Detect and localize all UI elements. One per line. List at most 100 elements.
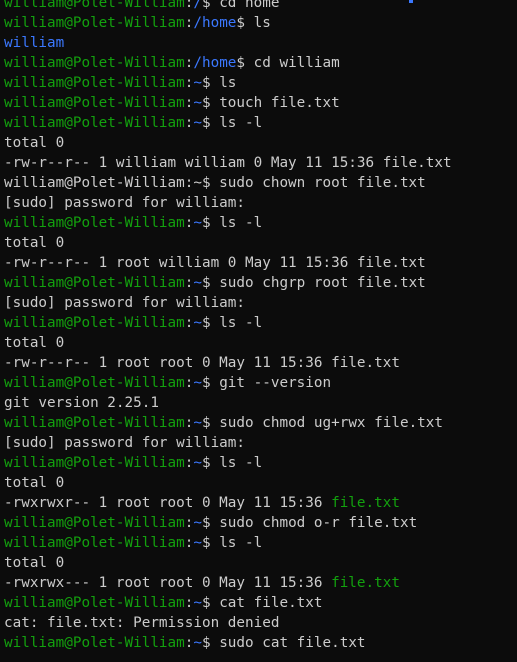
- output-text: -rwxrwxr-- 1 root root 0 May 11 15:36: [4, 495, 332, 511]
- output-text: [sudo] password for william:: [4, 435, 246, 451]
- terminal-line: cat: file.txt: Permission denied: [4, 613, 517, 633]
- output-text: total 0: [4, 475, 65, 491]
- prompt-user: william@Polet-William: [4, 535, 185, 551]
- prompt-user: william@Polet-William: [4, 15, 185, 31]
- prompt-user: william@Polet-William: [4, 115, 185, 131]
- prompt-dollar: $: [201, 415, 220, 431]
- prompt-user: william@Polet-William: [4, 635, 185, 651]
- command-text: sudo cat file.txt: [219, 635, 366, 651]
- output-text: -rwxrwx--- 1 root root 0 May 11 15:36: [4, 575, 332, 591]
- prompt-dollar: $: [201, 215, 220, 231]
- output-executable-file: file.txt: [331, 495, 400, 511]
- prompt-dollar: $: [201, 95, 220, 111]
- prompt-path: ~: [193, 215, 202, 231]
- command-text: ls -l: [219, 535, 263, 551]
- terminal-line: total 0: [4, 333, 517, 353]
- terminal-line: william@Polet-William:~$ touch file.txt: [4, 93, 517, 113]
- prompt-path: ~: [193, 515, 202, 531]
- terminal-output: william@Polet-William:/$ cd home william@…: [4, 0, 517, 653]
- command-text: ls -l: [219, 455, 263, 471]
- prompt-dollar: $: [201, 75, 220, 91]
- terminal-line: -rwxrwx--- 1 root root 0 May 11 15:36 fi…: [4, 573, 517, 593]
- command-text: ls: [219, 75, 237, 91]
- prompt-dollar: $: [201, 315, 220, 331]
- command-text: ls -l: [219, 315, 263, 331]
- terminal-line: william@Polet-William:~$ git --version: [4, 373, 517, 393]
- output-text: total 0: [4, 135, 65, 151]
- output-text: cat: file.txt: Permission denied: [4, 615, 280, 631]
- prompt-path: ~: [193, 115, 202, 131]
- terminal-line: william@Polet-William:~$ sudo chgrp root…: [4, 273, 517, 293]
- prompt-user: william@Polet-William: [4, 275, 185, 291]
- scroll-marker: [409, 0, 413, 3]
- terminal-window[interactable]: william@Polet-William:/$ cd home william@…: [0, 0, 517, 662]
- prompt-path: ~: [193, 455, 202, 471]
- prompt-user: william@Polet-William: [4, 455, 185, 471]
- output-text: total 0: [4, 235, 65, 251]
- output-text: total 0: [4, 555, 65, 571]
- output-text: -rw-r--r-- 1 william william 0 May 11 15…: [4, 155, 452, 171]
- output-text: -rw-r--r-- 1 root william 0 May 11 15:36…: [4, 255, 426, 271]
- prompt-path: ~: [193, 375, 202, 391]
- terminal-line: william@Polet-William:/home$ ls: [4, 13, 517, 33]
- terminal-line: william@Polet-William:~$ sudo cat file.t…: [4, 633, 517, 653]
- prompt-dollar: $: [201, 0, 220, 11]
- terminal-line: william@Polet-William:~$ ls -l: [4, 313, 517, 333]
- terminal-line: total 0: [4, 133, 517, 153]
- terminal-line: william@Polet-William:~$ ls: [4, 73, 517, 93]
- terminal-line: william@Polet-William:~$ sudo chmod o-r …: [4, 513, 517, 533]
- prompt-user: william@Polet-William: [4, 595, 185, 611]
- terminal-line: william@Polet-William:~$ ls -l: [4, 213, 517, 233]
- prompt-user: william@Polet-William: [4, 215, 185, 231]
- prompt-dollar: $: [201, 595, 220, 611]
- prompt-user: william@Polet-William: [4, 95, 185, 111]
- prompt-path: ~: [193, 535, 202, 551]
- prompt-path: /home: [193, 55, 237, 71]
- terminal-line: william@Polet-William:~$ sudo chown root…: [4, 173, 517, 193]
- prompt-dollar: $: [201, 455, 220, 471]
- prompt-path: ~: [193, 75, 202, 91]
- prompt-user: william@Polet-William: [4, 0, 185, 11]
- terminal-line: [sudo] password for william:: [4, 193, 517, 213]
- terminal-line: [sudo] password for william:: [4, 433, 517, 453]
- output-text: -rw-r--r-- 1 root root 0 May 11 15:36 fi…: [4, 355, 400, 371]
- command-text: cd home: [219, 0, 280, 11]
- terminal-line: william@Polet-William:~$ ls -l: [4, 533, 517, 553]
- prompt-user: william@Polet-William: [4, 315, 185, 331]
- terminal-line: william@Polet-William:/home$ cd william: [4, 53, 517, 73]
- prompt-user: william@Polet-William: [4, 55, 185, 71]
- terminal-line: -rwxrwxr-- 1 root root 0 May 11 15:36 fi…: [4, 493, 517, 513]
- output-executable-file: file.txt: [331, 575, 400, 591]
- prompt-dollar: $: [201, 275, 220, 291]
- command-text: ls -l: [219, 115, 263, 131]
- command-text: ls -l: [219, 215, 263, 231]
- prompt-path: ~: [193, 415, 202, 431]
- prompt-path: ~: [193, 95, 202, 111]
- terminal-line: -rw-r--r-- 1 root root 0 May 11 15:36 fi…: [4, 353, 517, 373]
- command-text: sudo chmod o-r file.txt: [219, 515, 418, 531]
- prompt-dollar: $: [201, 535, 220, 551]
- prompt-path: ~: [193, 275, 202, 291]
- output-text: [sudo] password for william:: [4, 195, 246, 211]
- command-text: cd william: [253, 55, 340, 71]
- prompt-path: ~: [193, 595, 202, 611]
- prompt-path: ~: [193, 635, 202, 651]
- command-text: git --version: [219, 375, 332, 391]
- prompt-user: william@Polet-William: [4, 375, 185, 391]
- terminal-line: total 0: [4, 553, 517, 573]
- terminal-line: william@Polet-William:~$ sudo chmod ug+r…: [4, 413, 517, 433]
- prompt-dollar: $: [236, 15, 254, 31]
- output-text: git version 2.25.1: [4, 395, 159, 411]
- command-line-text: william@Polet-William:~$ sudo chown root…: [4, 175, 426, 191]
- prompt-dollar: $: [236, 55, 254, 71]
- prompt-path: /: [193, 0, 202, 11]
- output-directory: william: [4, 35, 65, 51]
- terminal-line: william@Polet-William:~$ ls -l: [4, 113, 517, 133]
- output-text: [sudo] password for william:: [4, 295, 246, 311]
- prompt-user: william@Polet-William: [4, 515, 185, 531]
- command-text: ls: [253, 15, 271, 31]
- prompt-dollar: $: [201, 635, 220, 651]
- prompt-user: william@Polet-William: [4, 75, 185, 91]
- terminal-line: william: [4, 33, 517, 53]
- prompt-path: ~: [193, 315, 202, 331]
